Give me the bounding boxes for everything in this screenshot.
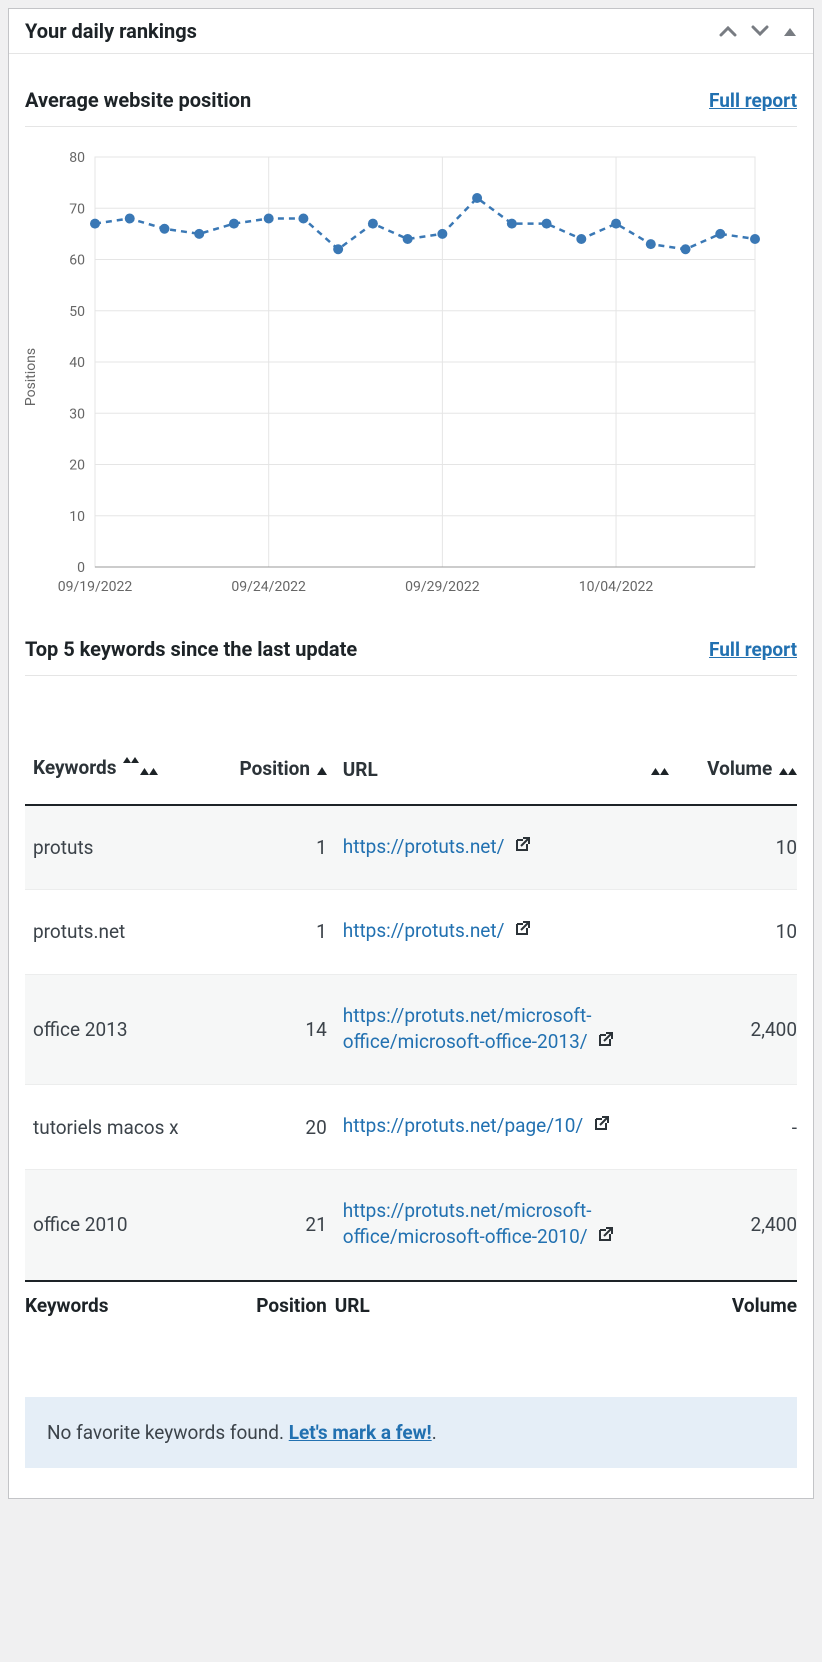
cell-url: https://protuts.net/page/10/ [335, 1085, 678, 1169]
cell-url: https://protuts.net/ [335, 805, 678, 890]
svg-text:50: 50 [69, 304, 85, 320]
keywords-table: Keywords [25, 736, 797, 1329]
position-chart: Positions 0 10 20 30 40 50 60 70 80 09/19/2022 09/… [25, 147, 797, 607]
cell-keyword: office 2013 [25, 974, 209, 1085]
cell-keyword: office 2010 [25, 1169, 209, 1280]
svg-text:60: 60 [69, 253, 85, 269]
keywords-table-wrap: Keywords [25, 736, 797, 1329]
mark-favorites-link[interactable]: Let's mark a few! [289, 1421, 432, 1444]
svg-text:09/24/2022: 09/24/2022 [231, 579, 306, 595]
footer-url: URL [335, 1281, 678, 1329]
svg-text:10/04/2022: 10/04/2022 [579, 579, 654, 595]
svg-text:09/19/2022: 09/19/2022 [58, 579, 133, 595]
full-report-link[interactable]: Full report [709, 638, 797, 661]
sort-both-icon [651, 758, 669, 781]
panel-header: Your daily rankings [9, 9, 813, 54]
cell-volume: 2,400 [677, 974, 797, 1085]
keyword-url-link[interactable]: https://protuts.net/ [343, 919, 505, 942]
footer-volume: Volume [677, 1281, 797, 1329]
cell-volume: 10 [677, 890, 797, 974]
cell-position: 21 [209, 1169, 335, 1280]
rankings-panel: Your daily rankings Average website posi… [8, 8, 814, 1499]
sort-asc-icon [317, 758, 327, 781]
col-header-volume[interactable]: Volume [677, 736, 797, 805]
cell-volume: - [677, 1085, 797, 1169]
cell-keyword: protuts.net [25, 890, 209, 974]
external-link-icon [596, 1030, 614, 1057]
col-header-keywords[interactable]: Keywords [25, 736, 209, 805]
svg-text:30: 30 [69, 406, 85, 422]
cell-position: 1 [209, 805, 335, 890]
table-row: protuts.net1 https://protuts.net/ 10 [25, 890, 797, 974]
cell-volume: 10 [677, 805, 797, 890]
section-average-position: Average website position Full report Pos… [25, 88, 797, 607]
keyword-url-link[interactable]: https://protuts.net/page/10/ [343, 1114, 583, 1137]
svg-text:09/29/2022: 09/29/2022 [405, 579, 480, 595]
header-label: Keywords [33, 756, 116, 779]
section-header: Average website position Full report [25, 88, 797, 127]
svg-text:70: 70 [69, 201, 85, 217]
svg-text:20: 20 [69, 458, 85, 474]
sort-icon [123, 746, 139, 792]
keyword-url-link[interactable]: https://protuts.net/ [343, 835, 505, 858]
sort-both-icon [140, 758, 158, 781]
section-title: Average website position [25, 88, 251, 112]
table-row: office 201314https://protuts.net/microso… [25, 974, 797, 1085]
svg-text:10: 10 [69, 509, 85, 525]
section-top-keywords: Top 5 keywords since the last update Ful… [25, 637, 797, 1468]
line-chart-svg: 0 10 20 30 40 50 60 70 80 09/19/2022 09/24/2022 09/… [25, 147, 765, 607]
y-axis-label: Positions [23, 348, 39, 406]
panel-body: Average website position Full report Pos… [9, 54, 813, 1498]
external-link-icon [513, 919, 531, 946]
cell-url: https://protuts.net/microsoft-office/mic… [335, 1169, 678, 1280]
table-row: protuts1 https://protuts.net/ 10 [25, 805, 797, 890]
external-link-icon [592, 1114, 610, 1141]
section-header: Top 5 keywords since the last update Ful… [25, 637, 797, 676]
panel-title: Your daily rankings [25, 19, 719, 43]
table-row: office 201021https://protuts.net/microso… [25, 1169, 797, 1280]
keyword-url-link[interactable]: https://protuts.net/microsoft-office/mic… [343, 1004, 592, 1054]
svg-text:0: 0 [77, 560, 85, 576]
footer-keywords: Keywords [25, 1281, 209, 1329]
cell-keyword: tutoriels macos x [25, 1085, 209, 1169]
col-header-url[interactable]: URL [335, 736, 678, 805]
header-label: Position [240, 757, 310, 780]
full-report-link[interactable]: Full report [709, 89, 797, 112]
keyword-url-link[interactable]: https://protuts.net/microsoft-office/mic… [343, 1199, 592, 1249]
table-row: tutoriels macos x20 https://protuts.net/p… [25, 1085, 797, 1169]
cell-position: 14 [209, 974, 335, 1085]
expand-down-icon[interactable] [751, 22, 769, 41]
external-link-icon [596, 1225, 614, 1252]
cell-volume: 2,400 [677, 1169, 797, 1280]
panel-controls [719, 22, 797, 41]
cell-keyword: protuts [25, 805, 209, 890]
col-header-position[interactable]: Position [209, 736, 335, 805]
svg-text:80: 80 [69, 150, 85, 166]
collapse-up-icon[interactable] [719, 22, 737, 41]
cell-url: https://protuts.net/microsoft-office/mic… [335, 974, 678, 1085]
cell-url: https://protuts.net/ [335, 890, 678, 974]
external-link-icon [513, 835, 531, 862]
cell-position: 1 [209, 890, 335, 974]
toggle-panel-icon[interactable] [783, 22, 797, 41]
footer-position: Position [209, 1281, 335, 1329]
header-label: URL [343, 758, 378, 781]
sort-both-icon [779, 758, 797, 781]
header-label: Volume [707, 757, 772, 780]
no-favorites-notice: No favorite keywords found. Let's mark a… [25, 1397, 797, 1468]
svg-text:40: 40 [69, 355, 85, 371]
notice-text: No favorite keywords found. [47, 1421, 289, 1444]
cell-position: 20 [209, 1085, 335, 1169]
section-title: Top 5 keywords since the last update [25, 637, 357, 661]
